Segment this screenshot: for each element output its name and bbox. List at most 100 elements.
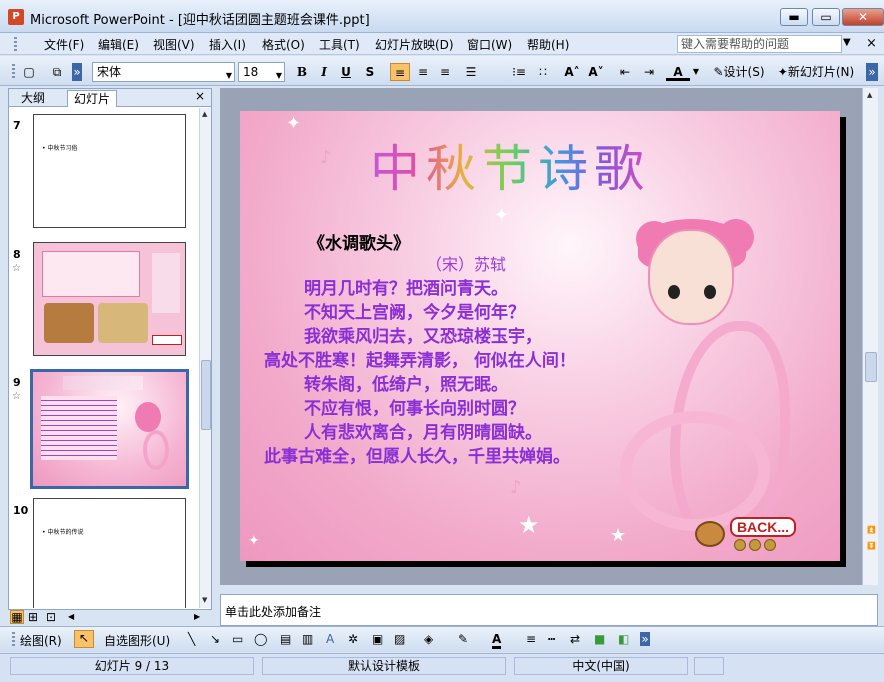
shadow-style-icon[interactable]: ■	[594, 632, 605, 646]
scrollbar-thumb[interactable]	[201, 360, 211, 430]
poem-line[interactable]: 人有悲欢离合，月有阴晴圆缺。	[304, 418, 542, 443]
menu-format[interactable]: 格式(O)	[262, 36, 305, 53]
font-size-select[interactable]: 18 ▼	[238, 62, 285, 82]
increase-font-icon[interactable]: A˄	[562, 63, 582, 81]
dash-style-icon[interactable]: ┅	[548, 632, 555, 646]
scroll-left-icon[interactable]: ◀	[68, 612, 74, 621]
menu-tools[interactable]: 工具(T)	[319, 36, 360, 53]
fill-color-icon[interactable]: ◈	[424, 632, 433, 646]
restore-button[interactable]: ▭	[812, 8, 840, 26]
toolbar-grip[interactable]	[12, 632, 15, 648]
current-slide[interactable]: ✦ ✦ ★ ★ ✦ ♪ ♪ 中秋节诗歌 《水调歌头》 （宋）苏轼 明月几时有？把…	[240, 111, 840, 561]
close-document-icon[interactable]: ×	[866, 36, 877, 51]
poem-line[interactable]: 不应有恨，何事长向别时圆？	[304, 394, 525, 419]
clipart-icon[interactable]: ▣	[372, 632, 383, 646]
slides-pane-scrollbar[interactable]: ▲ ▼	[199, 108, 211, 608]
tab-slides[interactable]: 幻灯片	[67, 90, 118, 107]
slide-sorter-icon[interactable]: ⊞	[28, 610, 38, 624]
help-search-input[interactable]: 键入需要帮助的问题	[677, 35, 842, 53]
scroll-up-icon[interactable]: ▲	[867, 91, 872, 99]
poem-author[interactable]: （宋）苏轼	[426, 251, 506, 275]
toolbar-grip[interactable]	[12, 64, 15, 80]
font-color-icon[interactable]: A	[492, 632, 502, 649]
bold-button[interactable]: B	[294, 63, 310, 81]
close-button[interactable]: ✕	[842, 8, 884, 26]
poem-line[interactable]: 明月几时有？把酒问青天。	[304, 274, 508, 299]
chevron-down-icon[interactable]: ▼	[692, 63, 700, 81]
oval-tool-icon[interactable]: ◯	[254, 632, 267, 646]
font-color-icon[interactable]: A	[666, 63, 690, 81]
scroll-down-icon[interactable]: ▼	[202, 596, 207, 604]
increase-indent-icon[interactable]: ⇥	[640, 63, 658, 81]
slideshow-view-icon[interactable]: ⊡	[46, 610, 56, 624]
align-right-icon[interactable]: ≡	[436, 63, 454, 81]
menu-window[interactable]: 窗口(W)	[467, 36, 512, 53]
picture-icon[interactable]: ▨	[394, 632, 405, 646]
new-slide-button[interactable]: ✦新幻灯片(N)	[772, 63, 860, 81]
draw-menu-button[interactable]: 绘图(R)	[20, 632, 62, 649]
bulleted-list-icon[interactable]: ∷	[534, 63, 552, 81]
underline-button[interactable]: U	[338, 63, 354, 81]
poem-line[interactable]: 不知天上宫阙，今夕是何年？	[304, 298, 525, 323]
new-document-icon[interactable]: ▢	[20, 63, 38, 81]
menu-help[interactable]: 帮助(H)	[527, 36, 569, 53]
notes-pane[interactable]: 单击此处添加备注	[220, 594, 878, 626]
main-scrollbar[interactable]: ▲ ⏫ ⏬	[862, 88, 878, 585]
decrease-indent-icon[interactable]: ⇤	[616, 63, 634, 81]
line-style-icon[interactable]: ≡	[526, 632, 536, 646]
scroll-right-icon[interactable]: ▶	[194, 612, 200, 621]
textbox-tool-icon[interactable]: ▤	[280, 632, 291, 646]
menu-slideshow[interactable]: 幻灯片放映(D)	[375, 36, 454, 53]
rectangle-tool-icon[interactable]: ▭	[232, 632, 243, 646]
menu-edit[interactable]: 编辑(E)	[98, 36, 139, 53]
distribute-icon[interactable]: ☰	[462, 63, 480, 81]
menu-file[interactable]: 文件(F)	[44, 36, 84, 53]
autoshapes-button[interactable]: 自选图形(U)	[104, 632, 170, 649]
tab-outline[interactable]: 大纲	[15, 90, 51, 107]
toolbar-options-icon[interactable]: »	[72, 63, 82, 81]
line-color-icon[interactable]: ✎	[458, 632, 468, 646]
poem-line[interactable]: 高处不胜寒！起舞弄清影， 何似在人间！	[264, 346, 576, 371]
poem-line[interactable]: 此事古难全，但愿人长久，千里共婵娟。	[264, 442, 570, 467]
shadow-button[interactable]: S	[362, 63, 378, 81]
wordart-icon[interactable]: A	[326, 632, 334, 646]
decrease-font-icon[interactable]: A˅	[586, 63, 606, 81]
powerpoint-app-icon[interactable]: P	[8, 9, 24, 25]
toolbar-options-icon[interactable]: »	[640, 632, 650, 646]
slide-title[interactable]: 中秋节诗歌	[370, 129, 650, 201]
italic-button[interactable]: I	[316, 63, 332, 81]
arrow-style-icon[interactable]: ⇄	[570, 632, 580, 646]
align-left-icon[interactable]: ≡	[390, 63, 410, 81]
3d-style-icon[interactable]: ◧	[618, 632, 629, 646]
menu-view[interactable]: 视图(V)	[153, 36, 195, 53]
slide-thumbnail-9[interactable]	[30, 369, 189, 489]
copy-icon[interactable]: ⧉	[48, 63, 66, 81]
font-name-select[interactable]: 宋体 ▼	[92, 62, 235, 82]
scroll-up-icon[interactable]: ▲	[202, 110, 207, 118]
menu-grip[interactable]	[14, 37, 17, 51]
align-center-icon[interactable]: ≡	[414, 63, 432, 81]
normal-view-icon[interactable]: ▦	[10, 610, 24, 624]
design-template-status[interactable]: 默认设计模板	[262, 657, 506, 675]
back-button[interactable]: BACK...	[730, 517, 796, 537]
design-button[interactable]: ✎设计(S)	[708, 63, 770, 81]
next-slide-icon[interactable]: ⏬	[867, 542, 876, 550]
arrow-tool-icon[interactable]: ↘	[210, 632, 220, 646]
menu-insert[interactable]: 插入(I)	[209, 36, 246, 53]
help-dropdown-arrow-icon[interactable]: ▼	[843, 37, 851, 48]
scrollbar-thumb[interactable]	[865, 352, 877, 382]
diagram-icon[interactable]: ✲	[348, 632, 358, 646]
line-tool-icon[interactable]: ╲	[188, 632, 195, 646]
poem-heading[interactable]: 《水调歌头》	[308, 229, 410, 254]
select-pointer-icon[interactable]: ↖	[74, 630, 94, 648]
slide-thumbnail-8[interactable]	[33, 242, 186, 356]
toolbar-overflow-icon[interactable]: »	[866, 63, 878, 81]
numbered-list-icon[interactable]: ⁝≡	[510, 63, 528, 81]
poem-line[interactable]: 转朱阁，低绮户，照无眠。	[304, 370, 508, 395]
poem-line[interactable]: 我欲乘风归去，又恐琼楼玉宇，	[304, 322, 542, 347]
slide-thumbnail-7[interactable]: • 中秋节习俗	[33, 114, 186, 228]
vertical-textbox-icon[interactable]: ▥	[302, 632, 313, 646]
minimize-button[interactable]: ▬	[780, 8, 808, 26]
close-pane-icon[interactable]: ×	[195, 89, 205, 103]
previous-slide-icon[interactable]: ⏫	[867, 526, 876, 534]
